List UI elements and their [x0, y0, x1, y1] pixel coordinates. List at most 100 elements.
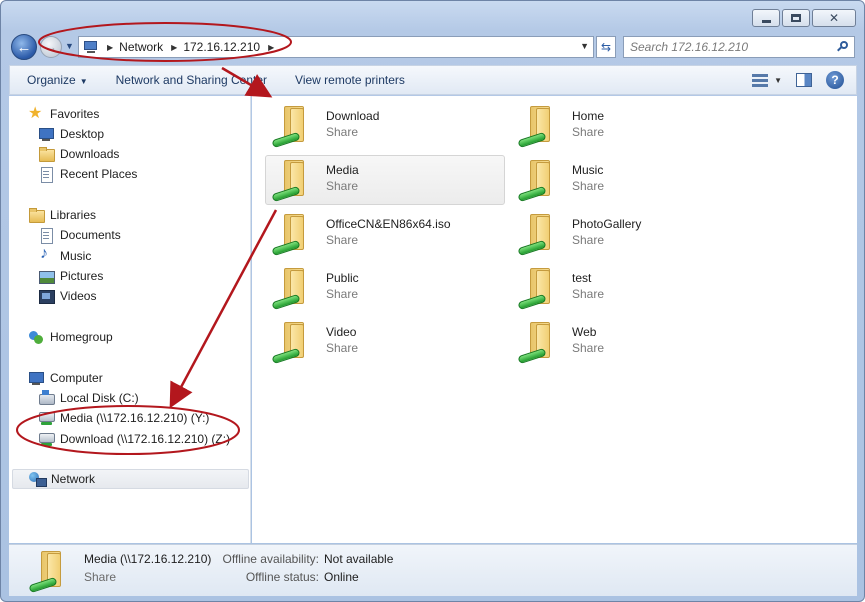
back-arrow-icon: ←	[16, 38, 32, 56]
view-remote-printers-button[interactable]: View remote printers	[281, 73, 419, 87]
share-tile[interactable]: test Share	[511, 263, 751, 313]
shared-folder-icon	[516, 210, 564, 258]
toolbar-right: ▼ ?	[752, 71, 844, 89]
nav-network[interactable]: Network	[12, 469, 249, 489]
organize-menu[interactable]: Organize ▼	[10, 73, 102, 87]
forward-button[interactable]: →	[40, 36, 62, 58]
breadcrumb-host[interactable]: 172.16.12.210	[183, 40, 260, 54]
nav-downloads-label: Downloads	[60, 147, 120, 161]
recent-places-icon	[38, 166, 54, 183]
homegroup-icon	[28, 329, 44, 345]
share-tile[interactable]: OfficeCN&EN86x64.iso Share	[265, 209, 505, 259]
content-pane: Download Share Home Share Media Share Music…	[252, 96, 857, 543]
address-bar[interactable]: ▶ Network ▶ 172.16.12.210 ▶ ▼	[78, 36, 594, 58]
nav-download-drive[interactable]: Download (\\172.16.12.210) (Z:)	[38, 429, 230, 449]
refresh-button[interactable]: ⇆	[596, 36, 616, 58]
change-view-button[interactable]: ▼	[752, 73, 782, 87]
nav-libraries[interactable]: Libraries	[28, 205, 96, 225]
details-pane: Media (\\172.16.12.210) Share Offline av…	[9, 544, 857, 596]
help-icon[interactable]: ?	[826, 71, 844, 89]
chevron-down-icon: ▼	[774, 75, 782, 85]
share-tile[interactable]: Web Share	[511, 317, 751, 367]
share-name: Home	[572, 109, 605, 123]
nav-documents-label: Documents	[60, 228, 121, 242]
computer-icon	[28, 370, 44, 386]
share-name: OfficeCN&EN86x64.iso	[326, 217, 451, 231]
maximize-button[interactable]	[782, 9, 810, 27]
nav-music[interactable]: Music	[38, 245, 92, 266]
share-tile-selected[interactable]: Media Share	[265, 155, 505, 205]
search-placeholder: Search 172.16.12.210	[630, 40, 749, 54]
nav-recent-places[interactable]: Recent Places	[38, 164, 137, 184]
share-name: Music	[572, 163, 604, 177]
network-computer-icon	[83, 40, 99, 54]
refresh-icon: ⇆	[600, 40, 612, 54]
nav-videos-label: Videos	[60, 289, 97, 303]
libraries-icon	[28, 207, 45, 223]
share-name: Media	[326, 163, 359, 177]
share-tile[interactable]: Music Share	[511, 155, 751, 205]
shared-folder-icon	[270, 156, 318, 204]
nav-local-disk-label: Local Disk (C:)	[60, 391, 139, 405]
caption-buttons: ✕	[752, 9, 856, 27]
nav-desktop-label: Desktop	[60, 127, 105, 141]
details-name: Media (\\172.16.12.210)	[84, 552, 212, 566]
star-icon	[28, 103, 44, 123]
share-tile[interactable]: Public Share	[265, 263, 505, 313]
share-type: Share	[326, 179, 359, 193]
network-sharing-center-button[interactable]: Network and Sharing Center	[102, 73, 281, 87]
close-icon: ✕	[828, 11, 840, 25]
share-type: Share	[326, 341, 359, 355]
shared-folder-icon	[270, 102, 318, 150]
share-type: Share	[572, 125, 605, 139]
search-input[interactable]: Search 172.16.12.210	[623, 36, 855, 58]
address-dropdown-icon[interactable]: ▼	[580, 41, 589, 51]
nav-music-label: Music	[60, 249, 92, 263]
nav-documents[interactable]: Documents	[38, 225, 121, 245]
nav-media-drive[interactable]: Media (\\172.16.12.210) (Y:)	[38, 408, 209, 428]
share-name: Public	[326, 271, 359, 285]
share-name: PhotoGallery	[572, 217, 642, 231]
nav-videos[interactable]: Videos	[38, 286, 96, 306]
nav-computer[interactable]: Computer	[28, 368, 103, 388]
share-type: Share	[326, 287, 359, 301]
chevron-right-icon[interactable]: ▶	[107, 43, 113, 52]
shared-folder-icon	[516, 102, 564, 150]
chevron-right-icon[interactable]: ▶	[268, 43, 274, 52]
documents-icon	[38, 227, 54, 244]
share-name: Download	[326, 109, 380, 123]
nav-favorites[interactable]: Favorites	[28, 103, 99, 124]
network-drive-icon	[38, 410, 55, 426]
nav-desktop[interactable]: Desktop	[38, 124, 104, 144]
navigation-pane: Favorites Desktop Downloads Recent Place…	[9, 96, 251, 543]
share-name: test	[572, 271, 592, 285]
nav-download-drive-label: Download (\\172.16.12.210) (Z:)	[60, 432, 231, 446]
nav-pictures-label: Pictures	[60, 269, 104, 283]
back-button[interactable]: ←	[11, 34, 37, 60]
downloads-folder-icon	[38, 146, 55, 162]
nav-local-disk[interactable]: Local Disk (C:)	[38, 388, 139, 408]
nav-downloads[interactable]: Downloads	[38, 144, 119, 164]
offline-status-label: Offline status:	[245, 570, 319, 584]
recent-pages-dropdown[interactable]: ▼	[65, 41, 74, 51]
network-drive-icon	[38, 431, 55, 447]
chevron-down-icon: ▼	[79, 77, 88, 86]
nav-pictures[interactable]: Pictures	[38, 266, 103, 286]
search-icon[interactable]	[837, 41, 849, 53]
share-tile[interactable]: Home Share	[511, 101, 751, 151]
views-icon	[752, 73, 769, 87]
offline-availability-label: Offline availability:	[222, 552, 320, 566]
offline-status-value: Online	[324, 570, 359, 584]
share-tile[interactable]: Download Share	[265, 101, 505, 151]
minimize-button[interactable]	[752, 9, 780, 27]
shared-folder-icon	[270, 210, 318, 258]
nav-libraries-label: Libraries	[50, 208, 97, 222]
preview-pane-icon[interactable]	[796, 73, 812, 87]
close-button[interactable]: ✕	[812, 9, 856, 27]
local-disk-icon	[38, 390, 55, 406]
share-tile[interactable]: Video Share	[265, 317, 505, 367]
nav-homegroup[interactable]: Homegroup	[28, 327, 113, 347]
breadcrumb-network[interactable]: Network	[119, 40, 163, 54]
share-tile[interactable]: PhotoGallery Share	[511, 209, 751, 259]
chevron-right-icon[interactable]: ▶	[171, 43, 177, 52]
